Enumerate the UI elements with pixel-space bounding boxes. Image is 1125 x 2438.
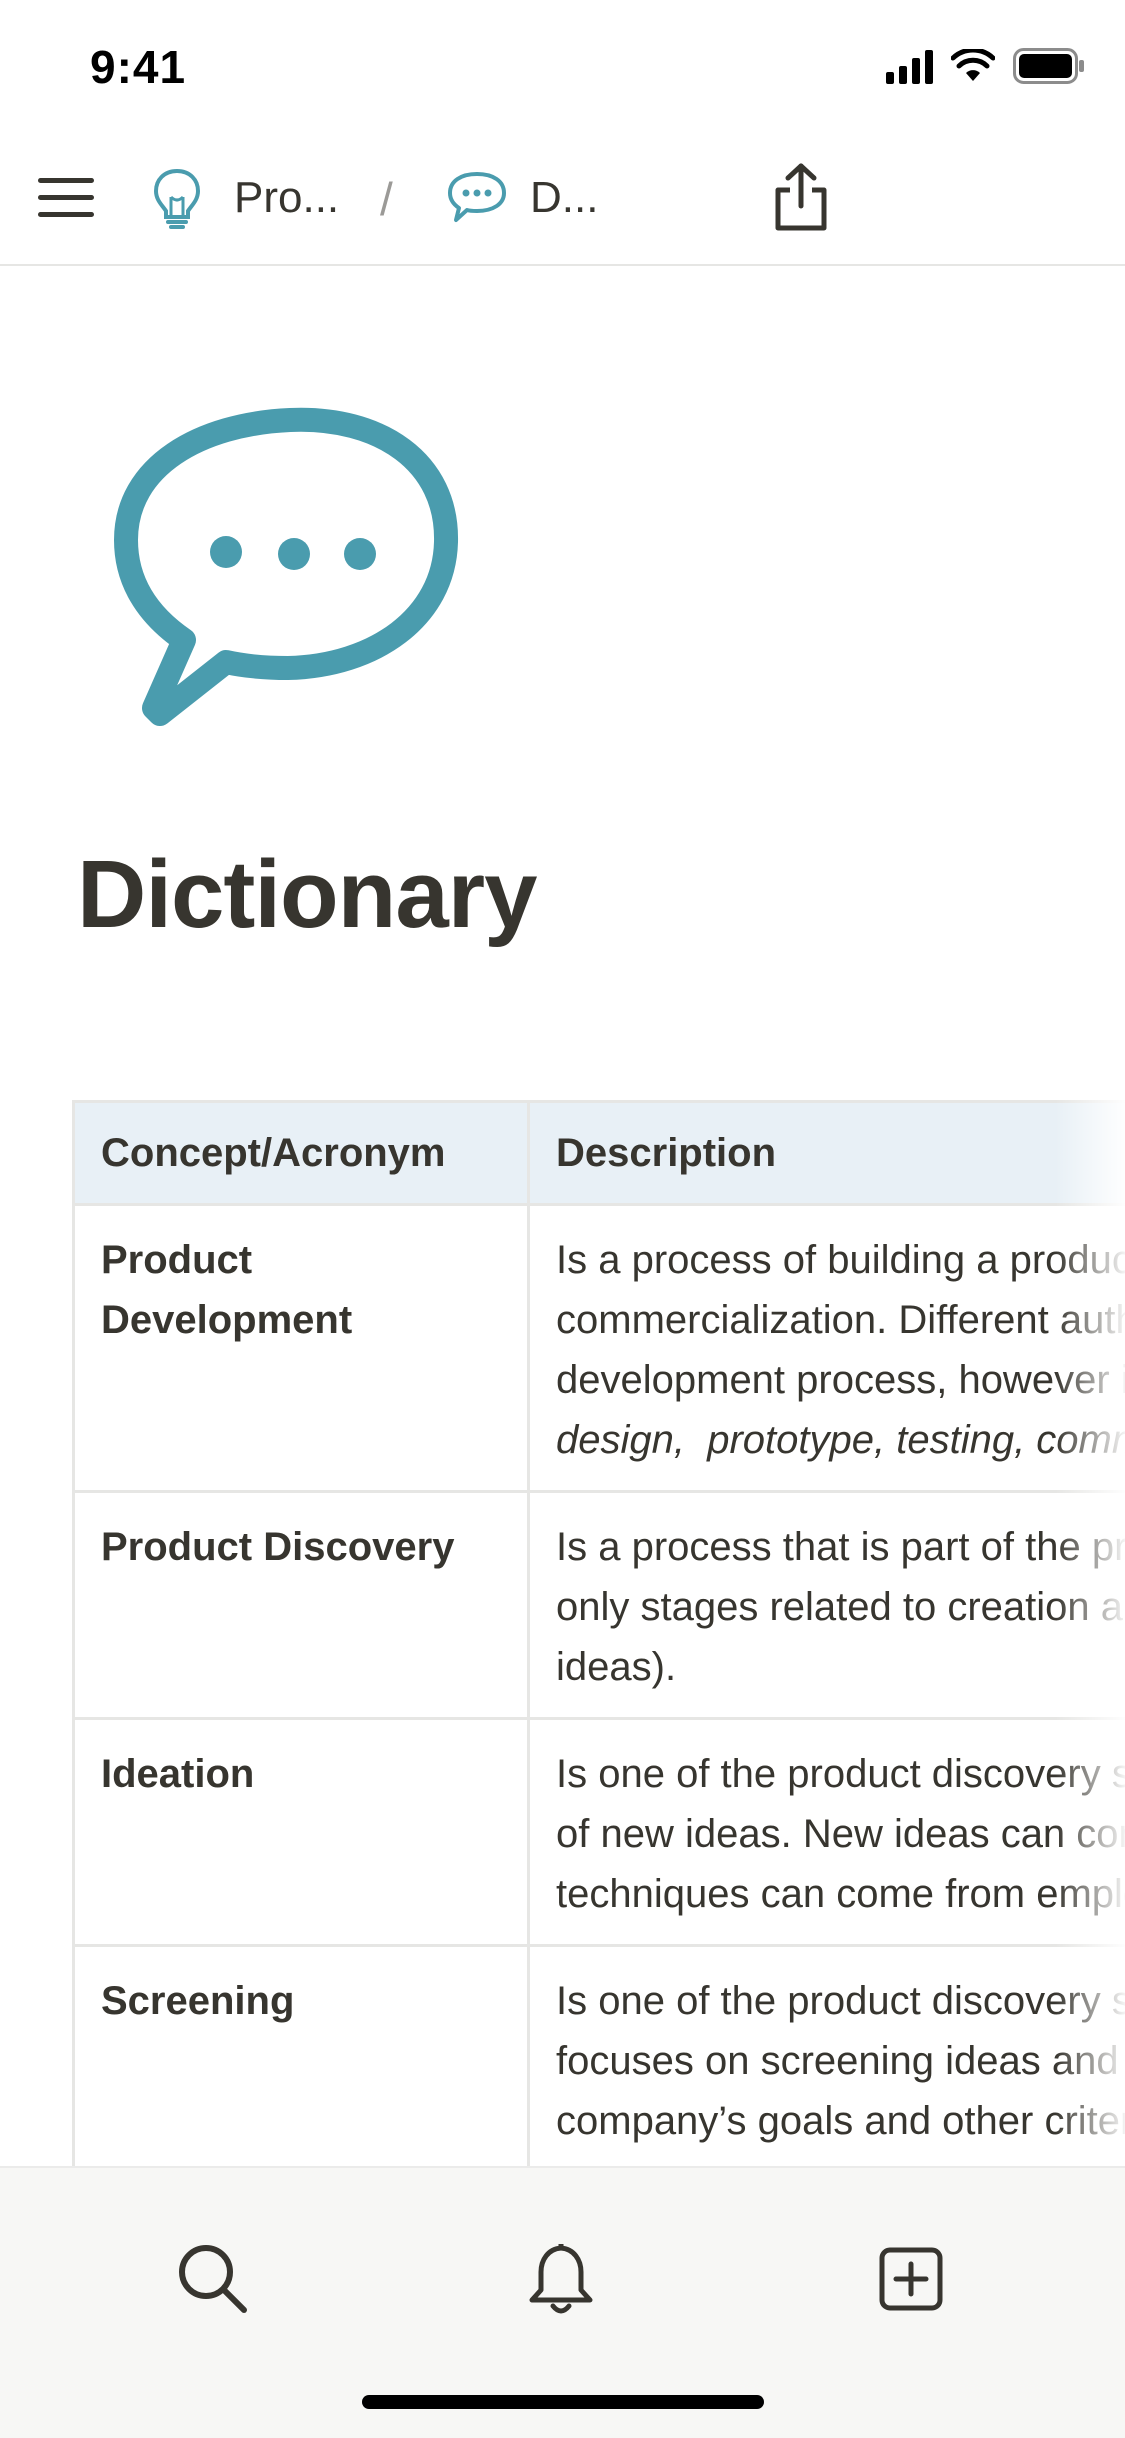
description-cell[interactable]: Is one of the product discovery stages. … <box>529 1946 1125 2167</box>
column-header-description[interactable]: Description <box>529 1102 1125 1205</box>
table-row[interactable]: Ideation Is one of the product discovery… <box>74 1719 1125 1946</box>
description-line: Is a process that is part of the product… <box>556 1517 1125 1577</box>
concept-cell[interactable]: Product Discovery <box>74 1492 529 1719</box>
concept-cell[interactable]: Product Development <box>74 1205 529 1492</box>
status-time: 9:41 <box>90 40 186 94</box>
table-row[interactable]: Product Discovery Is a process that is p… <box>74 1492 1125 1719</box>
speech-bubble-icon <box>112 404 472 734</box>
table-header-row: Concept/Acronym Description <box>74 1102 1125 1205</box>
search-icon <box>168 2234 258 2324</box>
share-icon <box>772 162 830 234</box>
bell-icon <box>516 2234 606 2324</box>
description-line: only stages related to creation and vali… <box>556 1577 1125 1637</box>
description-line: techniques can come from employees, cust… <box>556 1864 1125 1924</box>
breadcrumb-item-parent[interactable]: Pro... <box>152 166 339 230</box>
top-navigation-bar: Pro... / D... <box>0 132 1125 266</box>
description-line: focuses on screening ideas and evaluatin… <box>556 2031 1125 2091</box>
description-line: Is one of the product discovery stages t… <box>556 1744 1125 1804</box>
description-cell[interactable]: Is one of the product discovery stages t… <box>529 1719 1125 1946</box>
dictionary-table[interactable]: Concept/Acronym Description Product Deve… <box>72 1100 1125 2166</box>
new-page-button[interactable] <box>866 2234 956 2324</box>
page-icon[interactable] <box>112 404 472 734</box>
battery-icon <box>1013 48 1085 84</box>
table-row[interactable]: Screening Is one of the product discover… <box>74 1946 1125 2167</box>
add-page-icon <box>866 2234 956 2324</box>
lightbulb-icon <box>152 167 202 229</box>
concept-cell[interactable]: Screening <box>74 1946 529 2167</box>
search-button[interactable] <box>168 2234 258 2324</box>
breadcrumb-separator: / <box>380 172 393 226</box>
description-line: Is one of the product discovery stages. … <box>556 1971 1125 2031</box>
speech-bubble-icon <box>446 170 508 226</box>
table-row[interactable]: Product Development Is a process of buil… <box>74 1205 1125 1492</box>
breadcrumb-label: Pro... <box>234 173 339 223</box>
cellular-signal-icon <box>886 48 933 84</box>
home-indicator[interactable] <box>362 2395 764 2409</box>
status-bar: 9:41 <box>0 0 1125 132</box>
description-line: development process, however its stages … <box>556 1350 1125 1410</box>
status-icons <box>886 48 1085 84</box>
description-cell[interactable]: Is a process that is part of the product… <box>529 1492 1125 1719</box>
breadcrumb-label: D... <box>530 173 598 223</box>
page-title: Dictionary <box>77 840 536 950</box>
description-line: Is a process of building a product from … <box>556 1230 1125 1290</box>
description-line: commercialization. Different authors def… <box>556 1290 1125 1350</box>
wifi-icon <box>951 49 995 83</box>
sidebar-menu-icon[interactable] <box>38 174 94 222</box>
description-line: ideas). <box>556 1637 1125 1697</box>
breadcrumb-item-current[interactable]: D... <box>446 166 598 230</box>
concept-cell[interactable]: Ideation <box>74 1719 529 1946</box>
description-cell[interactable]: Is a process of building a product from … <box>529 1205 1125 1492</box>
description-line: of new ideas. New ideas can come from va… <box>556 1804 1125 1864</box>
column-header-concept[interactable]: Concept/Acronym <box>74 1102 529 1205</box>
description-line: company’s goals and other criteria. <box>556 2091 1125 2151</box>
notifications-button[interactable] <box>516 2234 606 2324</box>
share-button[interactable] <box>772 162 830 234</box>
description-line-italic: design, prototype, testing, commercializ… <box>556 1410 1125 1470</box>
